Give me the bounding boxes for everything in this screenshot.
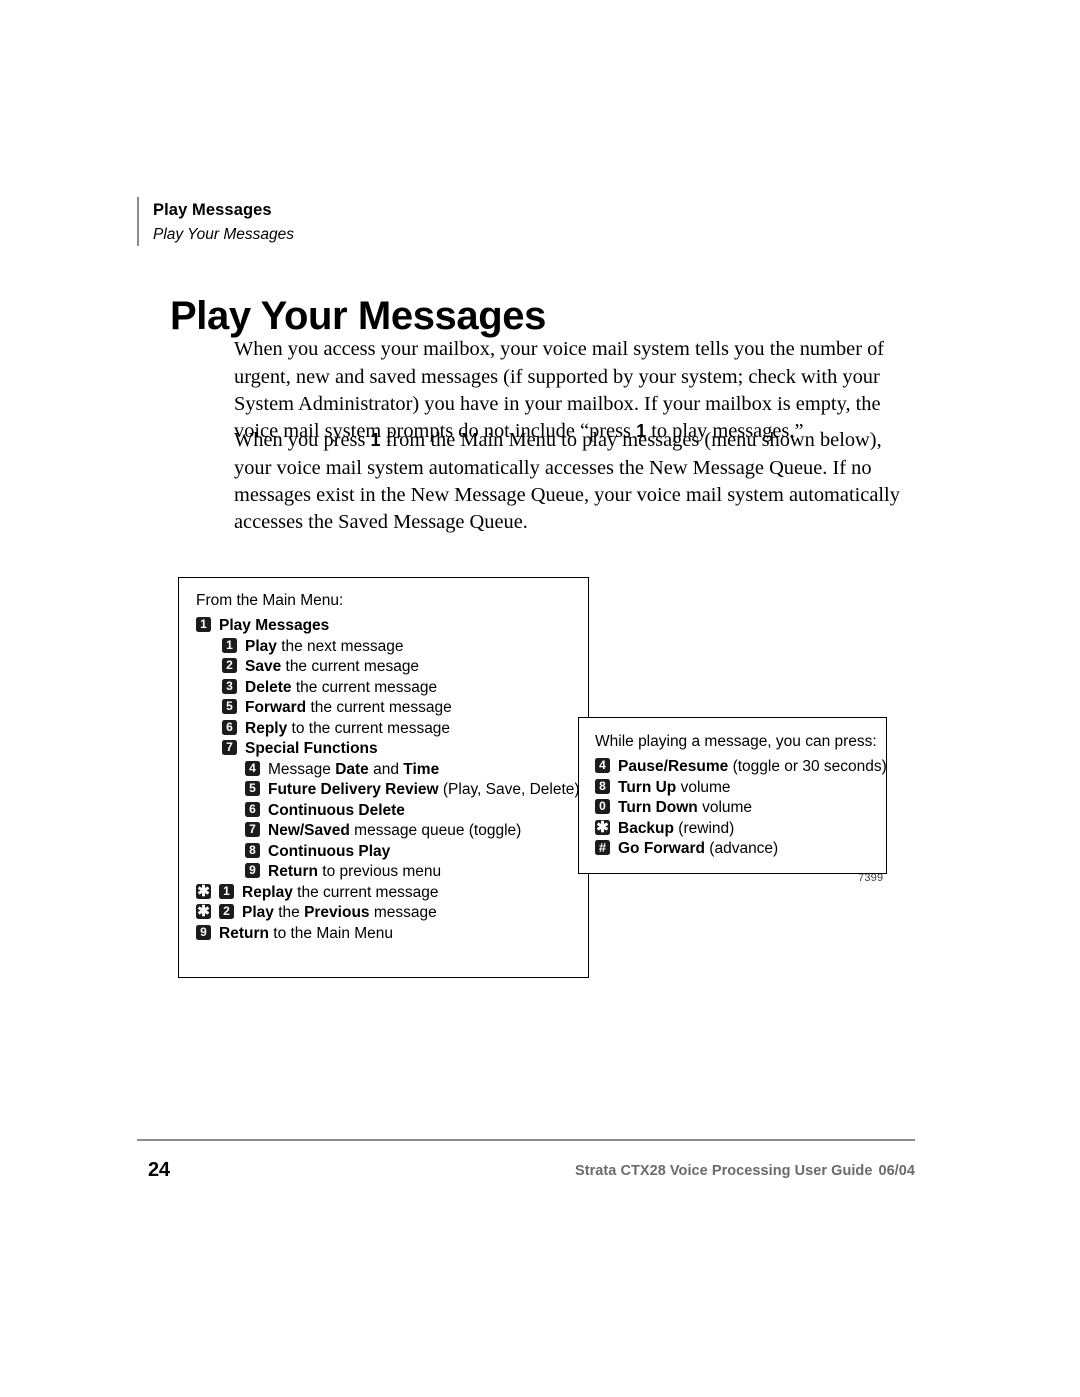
footer-guide-label: Strata CTX28 Voice Processing User Guide [574, 1163, 873, 1179]
key-badge-1: 1 [219, 883, 234, 899]
while-playing-row-list: 4 Pause/Resume (toggle or 30 seconds) 8 Tur… [595, 756, 887, 858]
key-badge-1: 1 [222, 637, 237, 653]
menu-row: ✱ 2 Play the Previous message [196, 902, 578, 922]
menu-row-label: Return to previous menu [268, 863, 442, 880]
key-badge-2: 2 [219, 904, 234, 919]
menu-row-label: Continuous Delete [268, 801, 405, 819]
menu-row-label: Play Messages [219, 617, 330, 634]
menu-row-label: Save the current mesage [245, 658, 420, 675]
main-menu-diagram-box: From the Main Menu: 1 Play Messages 1 Play … [178, 577, 589, 978]
menu-row: 6 Continuous Delete [196, 800, 578, 820]
header-chapter-title: Play Messages [153, 201, 272, 219]
menu-row-label: Play the Previous message [242, 904, 437, 921]
key-badge-5: 5 [245, 781, 260, 796]
footer-rule [137, 1139, 915, 1141]
menu-row: 3 Delete the current message [196, 677, 578, 697]
key-badge-8: 8 [595, 778, 610, 794]
menu-row: 8 Turn Up volume [595, 777, 876, 797]
menu-row-label: New/Saved message queue (toggle) [268, 822, 522, 839]
intro-paragraph-2: When you press 1 from the Main Menu to p… [234, 427, 916, 536]
key-badge-0: 0 [595, 799, 610, 814]
menu-row: ✱ 1 Replay the current message [196, 882, 578, 902]
key-badge-9: 9 [196, 924, 211, 940]
key-badge-5: 5 [222, 699, 237, 714]
key-badge-6: 6 [245, 801, 260, 817]
menu-row-label: Turn Up volume [618, 778, 731, 796]
menu-row-label: Replay the current message [242, 883, 439, 901]
menu-row: 6 Reply to the current message [196, 718, 578, 738]
running-header: Play Messages Play Your Messages [137, 197, 294, 246]
menu-row: 4 Message Date and Time [196, 759, 578, 779]
while-playing-diagram-box: While playing a message, you can press: … [578, 717, 887, 874]
menu-row: 1 Play the next message [196, 636, 578, 656]
menu-row: 7 Special Functions [196, 738, 578, 758]
menu-row-label: Delete the current message [245, 678, 438, 696]
star-key-badge: ✱ [196, 903, 211, 920]
star-key-badge: ✱ [595, 818, 610, 836]
key-badge-7: 7 [222, 740, 237, 755]
menu-row-label: Continuous Play [268, 842, 391, 860]
menu-row-label: Special Functions [245, 740, 378, 757]
menu-row: # Go Forward (advance) [595, 838, 876, 858]
menu-row: 0 Turn Down volume [595, 797, 876, 817]
header-section-title: Play Your Messages [153, 226, 295, 243]
key-badge-7: 7 [245, 822, 260, 837]
menu-row-label: Backup (rewind) [618, 819, 735, 837]
key-badge-8: 8 [245, 842, 260, 858]
menu-row: 9 Return to previous menu [196, 861, 578, 881]
page-title: Play Your Messages [170, 293, 546, 338]
menu-row: 5 Future Delivery Review (Play, Save, Del… [196, 779, 580, 799]
menu-row-label: Turn Down volume [618, 799, 753, 816]
inline-key-2: 1 [370, 430, 381, 451]
menu-row-label: Future Delivery Review (Play, Save, Dele… [268, 781, 580, 798]
key-badge-4: 4 [595, 758, 610, 773]
key-badge-9: 9 [245, 863, 260, 878]
while-playing-intro: While playing a message, you can press: [595, 733, 877, 750]
key-badge-4: 4 [245, 760, 260, 776]
key-badge-3: 3 [222, 678, 237, 694]
menu-row: ✱ Backup (rewind) [595, 818, 876, 838]
key-badge-2: 2 [222, 658, 237, 673]
menu-row-label: Play the next message [245, 637, 404, 655]
key-badge-1: 1 [196, 617, 211, 632]
footer-page-number: 24 [148, 1159, 170, 1181]
menu-row: 7 New/Saved message queue (toggle) [196, 820, 578, 840]
menu-row-label: Pause/Resume (toggle or 30 seconds) [618, 758, 887, 775]
menu-row-label: Message Date and Time [268, 760, 440, 778]
header-vertical-rule [137, 197, 139, 246]
menu-row: 1 Play Messages [196, 615, 578, 635]
footer-date: 06/04 [878, 1163, 915, 1179]
footer-guide-text: Strata CTX28 Voice Processing User Guide… [575, 1163, 915, 1179]
menu-row: 9 Return to the Main Menu [196, 923, 578, 943]
key-badge-6: 6 [222, 719, 237, 735]
menu-row-label: Go Forward (advance) [618, 840, 779, 857]
menu-row: 2 Save the current mesage [196, 656, 578, 676]
main-menu-row-list: 1 Play Messages 1 Play the next message 2 Sav… [196, 615, 580, 943]
menu-row: 8 Continuous Play [196, 841, 578, 861]
menu-row-label: Forward the current message [245, 699, 452, 716]
menu-row-label: Return to the Main Menu [219, 924, 394, 942]
main-menu-intro: From the Main Menu: [196, 592, 344, 609]
menu-row: 5 Forward the current message [196, 697, 578, 717]
paragraph-2-text-a: When you press [234, 429, 371, 452]
menu-row: 4 Pause/Resume (toggle or 30 seconds) [595, 756, 887, 776]
star-key-badge: ✱ [196, 882, 211, 900]
menu-row-label: Reply to the current message [245, 719, 451, 737]
hash-key-badge: # [595, 840, 610, 855]
